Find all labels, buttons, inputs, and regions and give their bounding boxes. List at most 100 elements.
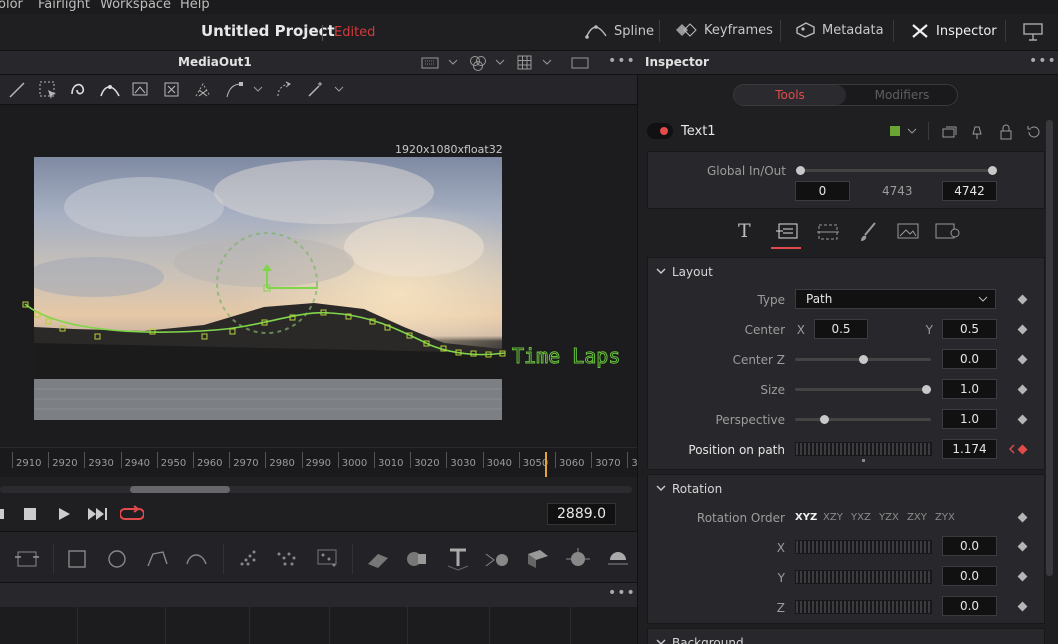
keyframe-diamond[interactable] (1017, 384, 1028, 395)
keyframes-button[interactable]: Keyframes (676, 22, 773, 38)
curve-tool-icon[interactable] (224, 80, 244, 100)
center-z-field[interactable]: 0.0 (942, 349, 997, 369)
spline-button[interactable]: Spline (584, 22, 654, 40)
skip-end-icon[interactable] (87, 507, 109, 521)
rotation-order-xzy[interactable]: XZY (823, 512, 843, 523)
viewer-monitor-icon[interactable] (421, 56, 439, 70)
polygon-mask-icon[interactable] (145, 548, 171, 570)
rotation-x-thumbwheel[interactable] (795, 540, 932, 554)
select-region-icon[interactable] (38, 80, 58, 100)
text-path-spline[interactable] (24, 303, 506, 356)
type-dropdown[interactable]: Path (795, 289, 996, 309)
node-enable-toggle[interactable] (647, 123, 673, 139)
node-editor[interactable] (0, 607, 637, 644)
rotation-z-thumbwheel[interactable] (795, 600, 932, 614)
merge-3d-icon[interactable] (404, 546, 432, 572)
menu-workspace[interactable]: Workspace (100, 0, 171, 12)
bspline-mask-icon[interactable] (184, 548, 210, 570)
tab-modifiers[interactable]: Modifiers (846, 85, 958, 105)
settings-tab-icon[interactable] (934, 221, 962, 241)
chevron-down-icon[interactable] (656, 485, 666, 493)
spline-points[interactable] (22, 301, 506, 358)
tab-tools[interactable]: Tools (734, 85, 846, 105)
chevron-down-icon[interactable] (448, 59, 458, 67)
reset-icon[interactable] (1026, 124, 1042, 140)
slider-knob[interactable] (859, 355, 868, 364)
timecode-display[interactable]: 2889.0 (547, 503, 616, 525)
menu-color[interactable]: olor (0, 0, 23, 12)
bspline-tool-icon[interactable] (69, 80, 89, 100)
particles-merge-icon[interactable] (315, 546, 341, 572)
viewer-options-icon[interactable]: ••• (608, 53, 636, 69)
delete-point-icon[interactable] (163, 81, 181, 99)
text-3d-icon[interactable] (444, 544, 472, 572)
keyframe-diamond[interactable] (1017, 354, 1028, 365)
light-3d-icon[interactable] (604, 546, 632, 572)
keyframe-diamond[interactable] (1017, 324, 1028, 335)
chevron-down-icon[interactable] (542, 59, 552, 67)
shading-tab-icon[interactable] (857, 221, 879, 243)
transform-tab-icon[interactable] (815, 221, 841, 243)
shape-3d-icon[interactable] (364, 546, 392, 572)
slider-knob[interactable] (922, 385, 931, 394)
single-viewer-icon[interactable] (571, 56, 589, 70)
previous-keyframe-icon[interactable] (1008, 444, 1016, 454)
inspector-options-icon[interactable]: ••• (1029, 53, 1057, 69)
chevron-down-icon[interactable] (495, 59, 505, 67)
keyframe-diamond[interactable] (1017, 294, 1028, 305)
timeline-scrollbar[interactable] (0, 477, 637, 499)
menu-help[interactable]: Help (180, 0, 210, 12)
global-inout-range[interactable] (800, 169, 992, 172)
loop-icon[interactable] (120, 505, 144, 523)
grid-icon[interactable] (517, 55, 533, 71)
keyframe-diamond[interactable] (1017, 601, 1028, 612)
color-channels-icon[interactable] (468, 55, 488, 71)
particles-emitter-icon[interactable] (236, 546, 262, 572)
metadata-button[interactable]: Metadata (796, 22, 884, 38)
lock-icon[interactable] (999, 124, 1013, 140)
rotation-order-xyz[interactable]: XYZ (795, 512, 817, 523)
line-tool-icon[interactable] (8, 81, 26, 99)
rotation-order-zyx[interactable]: ZYX (935, 512, 955, 523)
position-on-path-thumbwheel[interactable] (795, 442, 932, 456)
image-tab-icon[interactable] (896, 221, 920, 241)
chevron-down-icon[interactable] (253, 86, 263, 94)
rotation-y-thumbwheel[interactable] (795, 570, 932, 584)
global-in-field[interactable]: 0 (795, 181, 850, 201)
rotation-z-field[interactable]: 0.0 (942, 596, 997, 616)
camera-3d-icon[interactable] (484, 546, 512, 572)
chevron-down-icon[interactable] (334, 86, 344, 94)
time-ruler[interactable]: 2910 2920 2930 2940 2950 2960 2970 2980 2990 3000… (0, 447, 637, 477)
menu-fairlight[interactable]: Fairlight (38, 0, 90, 12)
rotation-y-field[interactable]: 0.0 (942, 566, 997, 586)
size-slider[interactable] (795, 388, 931, 391)
magic-wand-icon[interactable] (305, 80, 325, 100)
inspector-button[interactable]: Inspector (910, 22, 997, 40)
perspective-field[interactable]: 1.0 (942, 409, 997, 429)
play-reverse-icon[interactable] (0, 507, 6, 521)
version-icon[interactable] (942, 125, 958, 139)
global-out-field[interactable]: 4742 (942, 181, 997, 201)
text-tab-icon[interactable]: T (738, 220, 751, 242)
keyframe-diamond[interactable] (1017, 512, 1028, 523)
scrollbar-thumb[interactable] (130, 486, 230, 493)
render-3d-icon[interactable] (564, 546, 592, 572)
global-out-knob[interactable] (988, 166, 997, 175)
reverse-path-icon[interactable] (274, 80, 294, 100)
merge-node-icon[interactable] (14, 548, 40, 570)
rotation-x-field[interactable]: 0.0 (942, 536, 997, 556)
playhead[interactable] (545, 452, 547, 477)
chevron-down-icon[interactable] (907, 128, 917, 136)
rotation-order-yzx[interactable]: YZX (879, 512, 899, 523)
inspector-scrollbar[interactable] (1046, 120, 1053, 576)
layout-toggle-icon[interactable] (1022, 22, 1044, 42)
pin-icon[interactable] (970, 124, 984, 140)
center-x-field[interactable]: 0.5 (814, 319, 868, 339)
rotation-order-yxz[interactable]: YXZ (851, 512, 871, 523)
keyframe-diamond[interactable] (1017, 541, 1028, 552)
keyframe-diamond-active[interactable] (1017, 444, 1028, 455)
chevron-down-icon[interactable] (656, 639, 666, 644)
node-options-icon[interactable]: ••• (608, 585, 636, 601)
bezier-tool-icon[interactable] (99, 80, 121, 100)
perspective-slider[interactable] (795, 418, 931, 421)
